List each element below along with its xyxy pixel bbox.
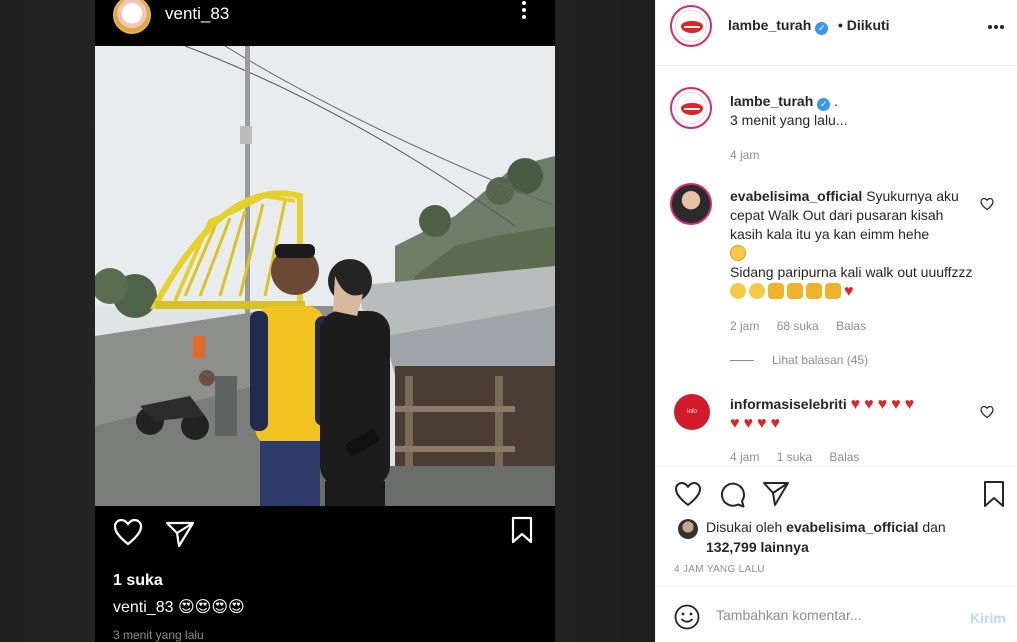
caption: lambe_turah ✓ . 3 menit yang lalu... [730, 92, 1000, 130]
comments-list: lambe_turah ✓ . 3 menit yang lalu... 4 ja… [656, 67, 1017, 465]
red-heart-emoji: ♥ [844, 283, 854, 300]
emoji-picker-icon[interactable] [674, 604, 700, 630]
commenter-avatar[interactable] [670, 183, 712, 225]
caption-user[interactable]: lambe_turah ✓ [730, 93, 831, 111]
flex-emoji [768, 283, 784, 299]
story-photo [95, 46, 555, 506]
flex-emoji [787, 283, 803, 299]
post-actions: Disukai oleh evabelisima_official dan 13… [656, 466, 1017, 586]
author-avatar[interactable] [670, 5, 712, 47]
more-vertical-icon [518, 0, 530, 26]
comment-like-icon[interactable] [980, 405, 994, 419]
story-header: venti_83 [95, 0, 555, 46]
post-header: lambe_turah ✓ • Diikuti [656, 0, 1017, 66]
comment-time: 4 jam [730, 450, 760, 464]
story-avatar [113, 0, 151, 34]
liked-by-prefix: Disukai oleh [706, 519, 783, 535]
verified-icon: ✓ [817, 98, 831, 111]
more-horizontal-icon[interactable] [988, 25, 1008, 31]
post-comment-button[interactable]: Kirim [970, 610, 1006, 626]
share-icon[interactable] [762, 481, 790, 507]
liked-by-user[interactable]: evabelisima_official [786, 519, 918, 535]
reply-button[interactable]: Balas [829, 450, 859, 464]
save-icon[interactable] [982, 480, 1006, 508]
story-caption: venti_83 😍😍😍😍 [113, 597, 245, 617]
send-icon[interactable] [165, 520, 195, 548]
reply-button[interactable]: Balas [836, 319, 866, 333]
story-likes: 1 suka [113, 572, 163, 589]
caption-time: 4 jam [730, 148, 760, 162]
caption-avatar[interactable] [670, 87, 712, 129]
comment-icon[interactable] [718, 481, 746, 509]
heart-eyes-emojis: 😍😍😍😍 [177, 599, 245, 616]
caption-meta: 4 jam [730, 148, 773, 162]
pray-emoji [806, 283, 822, 299]
add-comment-bar: Kirim [656, 586, 1017, 642]
comment-likes[interactable]: 1 suka [777, 450, 812, 464]
liked-by-and: dan [922, 519, 946, 535]
story-caption-user: venti_83 [113, 599, 174, 616]
comment-body: informasiselebriti ♥♥♥♥♥ ♥♥♥♥ [730, 395, 975, 433]
comment-meta: 4 jam 1 suka Balas [730, 450, 873, 464]
verified-icon: ✓ [815, 22, 829, 35]
heart-icon[interactable] [674, 481, 702, 507]
smile-emoji [730, 245, 746, 261]
author-username[interactable]: lambe_turah ✓ [728, 17, 829, 35]
comment-input[interactable] [716, 603, 956, 627]
bookmark-icon[interactable] [510, 516, 534, 544]
comment-time: 2 jam [730, 319, 760, 333]
comment-user[interactable]: informasiselebriti [730, 396, 847, 412]
liked-by-count[interactable]: 132,799 lainnya [706, 539, 809, 555]
heart-icon[interactable] [113, 518, 143, 546]
comment-user[interactable]: evabelisima_official [730, 188, 862, 204]
caption-line2: 3 menit yang lalu... [730, 112, 848, 128]
red-heart-emojis: ♥♥♥♥ [730, 415, 784, 432]
red-heart-emojis: ♥♥♥♥♥ [850, 396, 919, 413]
post-date: 4 JAM YANG LALU [674, 564, 765, 575]
caption-text: . [834, 93, 839, 109]
comment-like-icon[interactable] [980, 197, 994, 211]
post-panel: lambe_turah ✓ • Diikuti lambe_turah ✓ . 3 … [655, 0, 1017, 642]
comment-text-2: Sidang paripurna kali walk out uuuffzzz [730, 264, 973, 280]
story-screenshot: venti_83 1 suka venti_83 😍😍😍😍 3 menit ya… [95, 0, 555, 642]
smirk-emoji [730, 283, 746, 299]
story-actions [95, 506, 555, 576]
liked-by-text: Disukai oleh evabelisima_official dan 13… [706, 517, 1006, 557]
commenter-avatar[interactable]: info [674, 394, 710, 430]
follow-status[interactable]: • Diikuti [838, 17, 890, 33]
comment-body: evabelisima_official Syukurnya aku cepat… [730, 187, 975, 301]
comment-meta: 2 jam 68 suka Balas [730, 319, 880, 333]
story-username: venti_83 [165, 4, 230, 23]
comment-likes[interactable]: 68 suka [777, 319, 819, 333]
story-time: 3 menit yang lalu [113, 628, 204, 642]
pray-emoji [825, 283, 841, 299]
view-replies-button[interactable]: Lihat balasan (45) [730, 353, 868, 367]
story-area: venti_83 1 suka venti_83 😍😍😍😍 3 menit ya… [0, 0, 655, 642]
hug-emoji [749, 283, 765, 299]
liker-avatar[interactable] [678, 519, 698, 539]
